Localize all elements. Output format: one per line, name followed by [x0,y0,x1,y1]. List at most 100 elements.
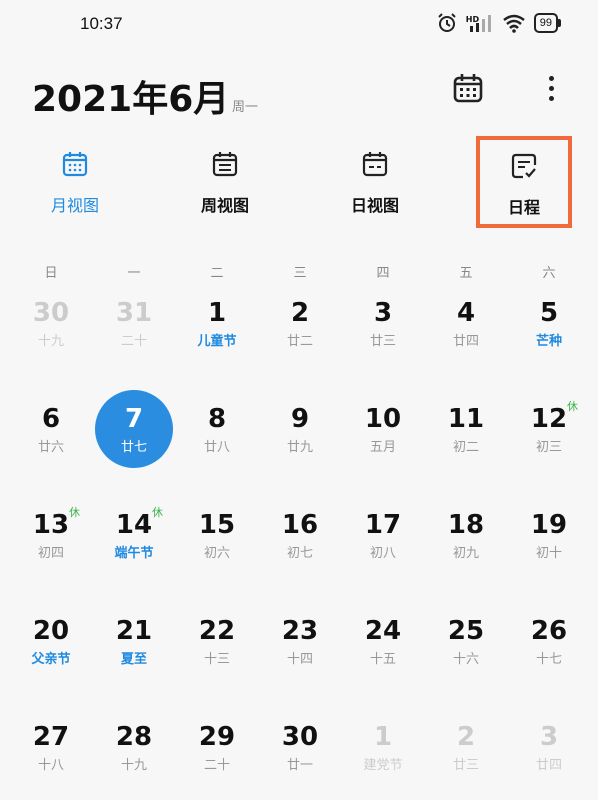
day-cell[interactable]: 28 十九 [94,714,174,794]
alarm-icon [438,13,456,32]
tab-month-view[interactable]: 月视图 [15,140,135,230]
day-number: 29 [198,722,236,752]
battery-indicator: 99 [533,13,562,33]
day-cell[interactable]: 5 芒种 [509,290,589,370]
day-cell[interactable]: 30 十九 [11,290,91,370]
day-cell[interactable]: 6 廿六 [11,396,91,476]
day-cell[interactable]: 1 儿童节 [177,290,257,370]
tab-week-view[interactable]: 周视图 [165,140,285,230]
lunar-date: 十八 [37,758,64,773]
day-cell[interactable]: 11 初二 [426,396,506,476]
day-cell[interactable]: 2 廿三 [426,714,506,794]
day-cell-today[interactable]: 7 廿七 [94,390,174,476]
lunar-date: 廿四 [535,758,562,773]
day-cell[interactable]: 9 廿九 [260,396,340,476]
lunar-date: 初八 [369,546,396,561]
festival-label: 儿童节 [197,334,237,349]
day-cell[interactable]: 3 廿四 [509,714,589,794]
day-cell[interactable]: 22 十三 [177,608,257,688]
lunar-date: 五月 [369,440,396,455]
day-number: 8 [207,404,227,434]
lunar-date: 廿三 [369,334,396,349]
more-options-button[interactable] [536,72,566,104]
lunar-date: 十四 [286,652,313,667]
lunar-date: 十七 [535,652,562,667]
tab-label: 月视图 [50,196,99,215]
day-number: 6 [41,404,61,434]
day-view-icon [362,152,388,177]
day-cell[interactable]: 17 初八 [343,502,423,582]
lunar-date: 廿九 [286,440,313,455]
tab-schedule[interactable]: 日程 [476,136,572,228]
lunar-date: 二十 [203,758,230,773]
day-cell[interactable]: 12 初三休 [509,396,589,476]
month-title[interactable]: 2021年6月 [32,70,229,122]
day-cell[interactable]: 15 初六 [177,502,257,582]
day-number: 28 [115,722,153,752]
day-cell[interactable]: 26 十七 [509,608,589,688]
today-weekday: 周一 [232,100,259,115]
holiday-rest-badge: 休 [567,400,578,413]
lunar-date: 廿六 [37,440,64,455]
lunar-date: 十九 [120,758,147,773]
day-cell[interactable]: 23 十四 [260,608,340,688]
day-number: 10 [364,404,402,434]
day-number: 21 [115,616,153,646]
lunar-date: 初六 [203,546,230,561]
header: 2021年6月 周一 [0,60,598,130]
status-bar: 10:37 HD 99 [0,0,598,50]
day-number: 25 [447,616,485,646]
day-cell[interactable]: 1 建党节 [343,714,423,794]
day-cell[interactable]: 20 父亲节 [11,608,91,688]
lunar-date: 廿七 [120,440,147,455]
day-cell[interactable]: 2 廿二 [260,290,340,370]
view-tabs: 月视图 周视图 日视图 日程 [0,136,598,230]
day-cell[interactable]: 13 初四休 [11,502,91,582]
day-number: 1 [207,298,227,328]
day-cell[interactable]: 4 廿四 [426,290,506,370]
day-cell[interactable]: 27 十八 [11,714,91,794]
day-number: 27 [32,722,70,752]
weekday-label: 三 [293,266,307,281]
day-cell[interactable]: 16 初七 [260,502,340,582]
wifi-icon [502,14,525,33]
day-cell[interactable]: 25 十六 [426,608,506,688]
jump-to-date-button[interactable] [452,72,484,104]
day-cell[interactable]: 10 五月 [343,396,423,476]
day-cell[interactable]: 8 廿八 [177,396,257,476]
holiday-rest-badge: 休 [69,506,80,519]
day-cell[interactable]: 14 端午节休 [94,502,174,582]
day-cell[interactable]: 24 十五 [343,608,423,688]
tab-day-view[interactable]: 日视图 [315,140,435,230]
lunar-date: 廿二 [286,334,313,349]
day-cell[interactable]: 18 初九 [426,502,506,582]
day-cell[interactable]: 19 初十 [509,502,589,582]
lunar-date: 廿三 [452,758,479,773]
weekday-label: 二 [210,266,224,281]
festival-label: 父亲节 [31,652,71,667]
day-number: 19 [530,510,568,540]
day-number: 3 [539,722,559,752]
weekday-label: 日 [44,266,58,281]
more-dot [548,85,554,91]
day-number: 23 [281,616,319,646]
day-number: 20 [32,616,70,646]
weekday-header: 日 一 二 三 四 五 六 [0,262,598,282]
tab-label: 周视图 [200,196,249,215]
day-number: 4 [456,298,476,328]
day-number: 2 [290,298,310,328]
day-cell[interactable]: 29 二十 [177,714,257,794]
day-number: 24 [364,616,402,646]
day-cell[interactable]: 31 二十 [94,290,174,370]
day-cell[interactable]: 30 廿一 [260,714,340,794]
festival-label: 芒种 [535,334,562,349]
day-number: 16 [281,510,319,540]
day-cell[interactable]: 3 廿三 [343,290,423,370]
day-number: 11 [447,404,485,434]
day-cell[interactable]: 21 夏至 [94,608,174,688]
day-number: 7 [124,404,144,434]
tab-label: 日程 [507,198,540,217]
festival-label: 夏至 [120,652,147,667]
status-time: 10:37 [80,14,123,33]
lunar-date: 建党节 [363,758,403,773]
